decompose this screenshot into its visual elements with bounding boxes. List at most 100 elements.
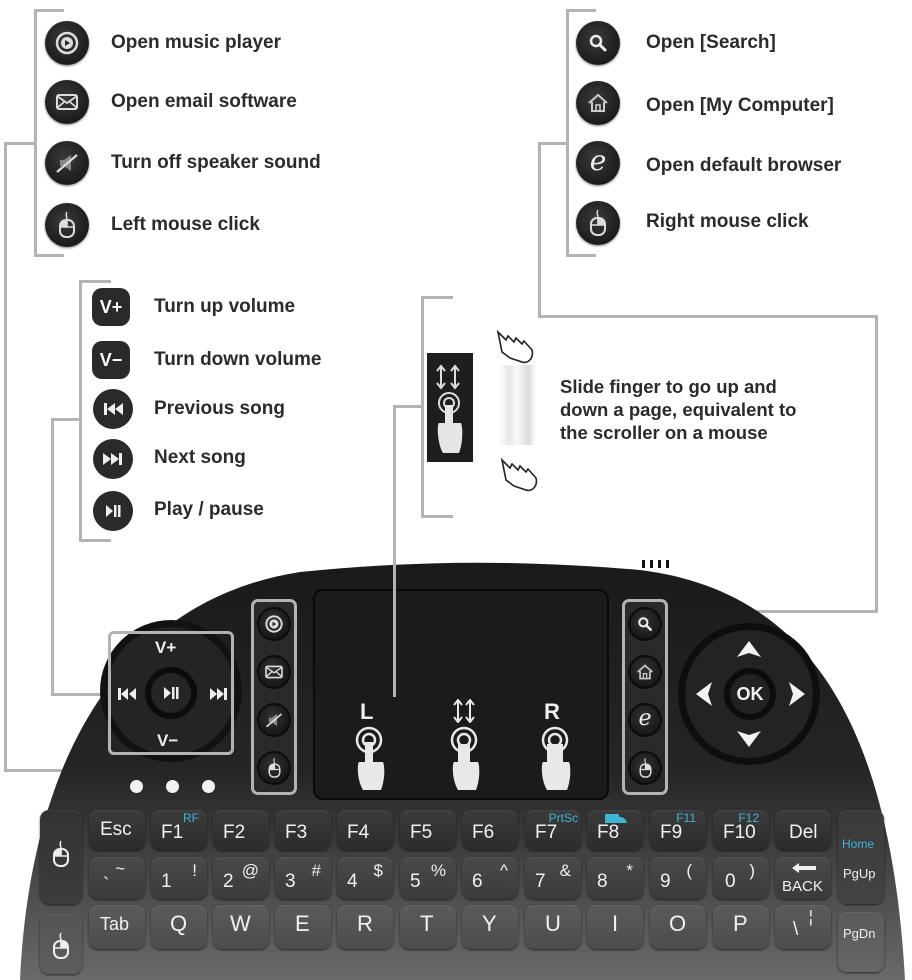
key-o[interactable]: O xyxy=(650,905,706,949)
key-esc[interactable]: Esc xyxy=(89,810,145,850)
mouse-left-icon xyxy=(53,840,69,867)
scroll-description-line: Slide finger to go up and xyxy=(560,376,777,397)
key-tab[interactable]: Tab xyxy=(89,905,145,949)
legend-label: Right mouse click xyxy=(646,211,809,232)
key-f8[interactable]: F8 xyxy=(587,810,643,850)
key-4[interactable]: $4 xyxy=(337,857,393,899)
legend-label: Left mouse click xyxy=(111,214,260,235)
key-f6[interactable]: F6 xyxy=(462,810,518,850)
key-f7[interactable]: PrtSc F7 xyxy=(525,810,581,850)
arrow-left-icon xyxy=(696,682,712,706)
key-del[interactable]: Del xyxy=(775,810,831,850)
connector-line xyxy=(538,315,878,318)
key-f2[interactable]: F2 xyxy=(213,810,269,850)
key-t[interactable]: T xyxy=(400,905,456,949)
dpad-up-button[interactable] xyxy=(736,640,762,658)
touchpad[interactable]: L R xyxy=(313,589,609,800)
led-indicator xyxy=(130,780,143,793)
email-icon xyxy=(45,80,89,124)
dpad-down-button[interactable] xyxy=(736,730,762,748)
legend-label: Turn up volume xyxy=(154,296,296,317)
key-5[interactable]: % 5 xyxy=(400,857,456,899)
legend-label: Next song xyxy=(154,447,246,468)
key-w[interactable]: W xyxy=(213,905,269,949)
key-pgdn[interactable]: PgDn xyxy=(838,912,884,972)
led-indicator xyxy=(202,780,215,793)
mute-button[interactable] xyxy=(257,703,291,737)
scroll-description: Slide finger to go up and down a page, e… xyxy=(560,375,796,444)
hand-pointer-icon xyxy=(496,456,540,494)
legend-label: Open [Search] xyxy=(646,32,776,53)
key-9[interactable]: (9 xyxy=(650,857,706,899)
key-8[interactable]: * 8 xyxy=(587,857,643,899)
key-2[interactable]: @2 xyxy=(213,857,269,899)
email-icon xyxy=(265,665,283,679)
legend-label: Turn off speaker sound xyxy=(111,152,321,173)
connector-line xyxy=(34,9,37,257)
legend-label: Open [My Computer] xyxy=(646,95,834,116)
mute-icon xyxy=(265,713,283,728)
key-y[interactable]: Y xyxy=(462,905,518,949)
tap-right-icon xyxy=(535,724,575,792)
tap-scroll-icon xyxy=(444,724,484,792)
key-r[interactable]: R xyxy=(337,905,393,949)
key-u[interactable]: U xyxy=(525,905,581,949)
search-icon xyxy=(638,617,652,631)
left-click-button[interactable] xyxy=(257,751,291,785)
connector-line xyxy=(566,254,596,257)
key-pgup[interactable]: Home PgUp xyxy=(838,810,884,904)
home-button[interactable] xyxy=(628,655,662,689)
key-7[interactable]: & 7 xyxy=(525,857,581,899)
mute-icon xyxy=(45,141,89,185)
mouse-right-icon xyxy=(53,932,69,959)
tap-left-icon xyxy=(349,724,389,792)
right-click-button[interactable] xyxy=(628,751,662,785)
connector-line xyxy=(566,9,569,257)
browser-icon: e xyxy=(638,705,652,731)
key-f10[interactable]: F12 F10 xyxy=(713,810,769,850)
volume-up-icon: V+ xyxy=(92,288,130,326)
email-button[interactable] xyxy=(257,655,291,689)
browser-glyph: e xyxy=(589,144,607,177)
key-backslash[interactable]: ¦ \ xyxy=(775,905,831,949)
pgup-label: PgUp xyxy=(843,866,876,881)
key-6[interactable]: ^ 6 xyxy=(462,857,518,899)
key-q[interactable]: Q xyxy=(151,905,207,949)
key-backtick[interactable]: ~ ` xyxy=(89,857,145,899)
key-i[interactable]: I xyxy=(587,905,643,949)
next-song-icon xyxy=(93,439,133,479)
arrow-left-icon xyxy=(792,863,816,873)
arrow-up-icon xyxy=(737,641,761,657)
legend-label: Open music player xyxy=(111,32,282,53)
scroll-arrows-icon xyxy=(452,699,476,723)
ok-button[interactable]: OK xyxy=(724,668,776,720)
key-f3[interactable]: F3 xyxy=(275,810,331,850)
scroll-gesture-icon xyxy=(427,353,473,462)
key-e[interactable]: E xyxy=(275,905,331,949)
key-1[interactable]: ! 1 xyxy=(151,857,207,899)
key-f4[interactable]: F4 xyxy=(337,810,393,850)
touchpad-left-label: L xyxy=(360,699,374,724)
mouse-right-key[interactable] xyxy=(40,914,82,974)
arrow-right-icon xyxy=(789,682,805,706)
dpad-right-button[interactable] xyxy=(788,681,806,707)
media-highlight-box xyxy=(108,631,234,755)
dpad-left-button[interactable] xyxy=(695,681,713,707)
key-3[interactable]: #3 xyxy=(275,857,331,899)
motion-blur-icon xyxy=(498,365,536,445)
mouse-left-key[interactable] xyxy=(40,810,82,904)
legend-label: Turn down volume xyxy=(154,349,322,370)
browser-button[interactable]: e xyxy=(628,703,662,737)
search-button[interactable] xyxy=(628,607,662,641)
legend-label: Previous song xyxy=(154,398,285,419)
key-f9[interactable]: F11 F9 xyxy=(650,810,706,850)
key-backspace[interactable]: BACK xyxy=(775,857,831,899)
hand-pointer-icon xyxy=(492,328,536,366)
key-f5[interactable]: F5 xyxy=(400,810,456,850)
key-0[interactable]: ) 0 xyxy=(713,857,769,899)
key-f1[interactable]: RF F1 xyxy=(151,810,207,850)
music-player-button[interactable] xyxy=(257,607,291,641)
key-p[interactable]: P xyxy=(713,905,769,949)
previous-song-icon xyxy=(93,389,133,429)
touchpad-right-label: R xyxy=(544,699,560,724)
